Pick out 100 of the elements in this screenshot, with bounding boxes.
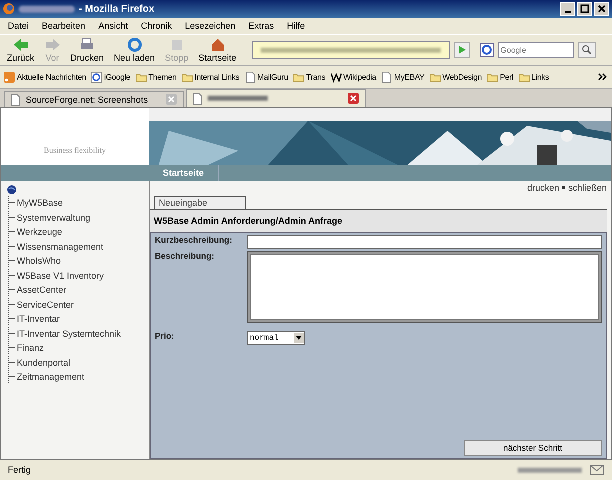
menu-item[interactable]: Chronik [141, 21, 172, 31]
menu-item[interactable]: Extras [248, 21, 274, 31]
search-icon [582, 45, 592, 55]
tree-branch-icon [7, 283, 17, 298]
globe-icon [7, 185, 17, 195]
tree-branch-icon [7, 240, 17, 254]
bookmark-item[interactable]: Wikipedia [330, 72, 376, 82]
toolbar-button[interactable]: Startseite [196, 37, 240, 63]
sidebar-item[interactable]: Systemverwaltung [17, 212, 91, 223]
tree-branch-icon [7, 298, 17, 312]
form-title: W5Base Admin Anforderung/Admin Anfrage [154, 216, 343, 226]
tree-branch-icon [7, 370, 17, 384]
tree-branch-icon [7, 210, 17, 225]
select-field[interactable]: normal [247, 331, 305, 345]
tree-branch-icon [7, 356, 17, 370]
firefox-icon [3, 3, 15, 15]
bookmark-item[interactable]: Trans [293, 72, 326, 82]
tree-branch-icon [7, 254, 17, 268]
google-icon[interactable] [480, 43, 494, 57]
sidebar-item[interactable]: WhoIsWho [17, 256, 62, 266]
blurred-text [208, 96, 268, 101]
folder-icon [293, 72, 304, 82]
tree-branch-icon [7, 196, 17, 210]
toolbar-button[interactable]: Drucken [68, 37, 108, 63]
menu-item[interactable]: Datei [8, 21, 30, 31]
folder-icon [136, 72, 147, 82]
tree-branch-icon [7, 312, 17, 326]
sidebar-item[interactable]: W5Base V1 Inventory [17, 270, 104, 281]
menu-item[interactable]: Ansicht [98, 21, 128, 31]
folder-icon [182, 72, 193, 82]
close-tab-icon[interactable] [348, 93, 359, 104]
folder-icon [518, 72, 530, 82]
window-title: - Mozilla Firefox [79, 4, 155, 14]
bookmark-item[interactable]: Perl [487, 72, 514, 82]
bookmark-item[interactable]: Links [518, 72, 550, 82]
sidebar-item[interactable]: Kundenportal [17, 358, 71, 368]
print-link[interactable]: drucken [527, 182, 560, 192]
field-label: Prio: [155, 331, 176, 343]
status-text: Fertig [8, 465, 32, 475]
play-icon [456, 45, 467, 55]
tree-branch-icon [7, 341, 17, 356]
next-step-button[interactable]: nächster Schritt [464, 440, 602, 456]
reload-icon [126, 37, 143, 53]
sidebar-item[interactable]: Werkzeuge [17, 227, 62, 238]
sidebar-item[interactable]: IT-Inventar Systemtechnik [17, 328, 122, 339]
home-icon [210, 37, 226, 53]
text-area[interactable] [247, 251, 602, 323]
mail-icon [590, 465, 604, 475]
field-label: Beschreibung: [155, 251, 216, 263]
sidebar-item[interactable]: Finanz [17, 343, 44, 354]
maximize-icon [580, 4, 590, 14]
google-icon [91, 72, 102, 82]
blurred-text [518, 468, 582, 472]
wiki-icon [330, 72, 342, 82]
bookmark-item[interactable]: Aktuelle Nachrichten [4, 72, 86, 82]
sidebar-item[interactable]: ServiceCenter [17, 300, 74, 310]
menu-item[interactable]: Hilfe [287, 21, 306, 31]
page-icon [11, 94, 21, 106]
toolbar-button[interactable]: Zurück [4, 37, 38, 63]
bookmark-item[interactable]: WebDesign [430, 72, 482, 82]
bookmark-item[interactable]: MailGuru [244, 72, 288, 82]
search-button[interactable] [578, 42, 596, 58]
search-field[interactable]: Google [498, 42, 574, 58]
site-tagline: Business flexibility [44, 146, 106, 155]
bookmark-item[interactable]: Themen [136, 72, 177, 82]
maximize-button[interactable] [577, 2, 592, 16]
address-field[interactable] [252, 41, 450, 59]
input-field[interactable] [247, 235, 602, 249]
forward-arrow-icon [44, 37, 61, 53]
tree-branch-icon [7, 268, 17, 283]
back-arrow-icon [12, 37, 29, 53]
sidebar-item[interactable]: Zeitmanagement [17, 372, 85, 382]
close-link[interactable]: schließen [568, 182, 607, 192]
browser-tab[interactable] [186, 89, 366, 107]
menu-item[interactable]: Bearbeiten [42, 21, 86, 31]
sidebar-item[interactable]: MyW5Base [17, 198, 64, 208]
page-icon [244, 72, 256, 82]
sidebar-item[interactable]: Wissensmanagement [17, 242, 104, 252]
feed-icon [4, 72, 15, 82]
tree-branch-icon [7, 326, 17, 341]
minimize-button[interactable] [560, 2, 575, 16]
chevron-icon[interactable] [598, 73, 608, 81]
close-icon [596, 4, 606, 14]
blurred-text [19, 6, 75, 12]
folder-icon [430, 72, 441, 82]
bookmark-item[interactable]: Internal Links [182, 72, 240, 82]
sidebar-item[interactable]: AssetCenter [17, 285, 67, 296]
toolbar-button[interactable]: Neu laden [111, 37, 158, 63]
menu-item[interactable]: Lesezeichen [185, 21, 236, 31]
browser-tab[interactable]: SourceForge.net: Screenshots [4, 91, 184, 107]
close-button[interactable] [594, 2, 609, 16]
page-icon [381, 72, 392, 82]
bookmark-item[interactable]: MyEBAY [381, 72, 425, 82]
tree-branch-icon [7, 225, 17, 240]
sidebar-item[interactable]: IT-Inventar [17, 314, 60, 324]
form-tab[interactable]: Neueingabe [154, 196, 246, 209]
dropdown-arrow-icon [294, 333, 304, 343]
folder-icon [487, 72, 498, 82]
bookmark-item[interactable]: iGoogle [91, 72, 131, 82]
minimize-icon [564, 11, 570, 13]
